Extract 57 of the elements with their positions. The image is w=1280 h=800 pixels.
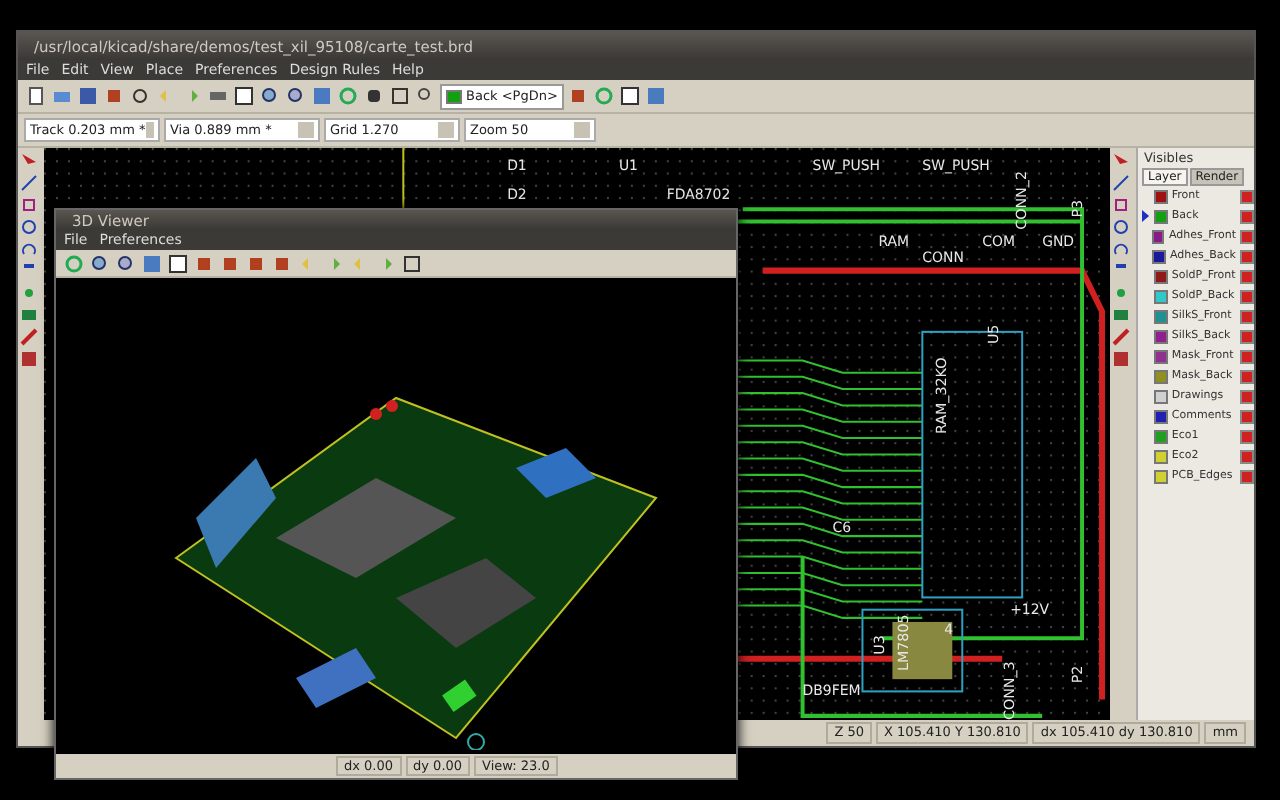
zoom-out-icon xyxy=(115,253,135,273)
zoom-in-icon xyxy=(259,86,279,106)
color-swatch[interactable] xyxy=(1153,369,1168,383)
visibility-checkbox[interactable] xyxy=(1240,349,1254,363)
color-swatch[interactable] xyxy=(1153,269,1168,283)
arc-icon[interactable] xyxy=(1112,240,1130,258)
square-icon xyxy=(401,253,421,273)
square-icon xyxy=(389,86,409,106)
color-swatch[interactable] xyxy=(1153,389,1168,403)
visibility-checkbox[interactable] xyxy=(1240,409,1254,423)
line-icon[interactable] xyxy=(20,174,38,192)
color-swatch[interactable] xyxy=(1153,429,1168,443)
zoom-out-icon xyxy=(285,86,305,106)
visibility-checkbox[interactable] xyxy=(1240,449,1254,463)
visibility-checkbox[interactable] xyxy=(1240,309,1254,323)
zoom-in-icon xyxy=(89,253,109,273)
visibility-checkbox[interactable] xyxy=(1240,189,1254,203)
toolbar-button[interactable] xyxy=(400,252,422,274)
toolbar-button[interactable] xyxy=(88,252,110,274)
color-swatch[interactable] xyxy=(1153,189,1168,203)
square-icon[interactable] xyxy=(1112,196,1130,214)
visibility-checkbox[interactable] xyxy=(1240,249,1254,263)
square-icon[interactable] xyxy=(20,196,38,214)
visibility-checkbox[interactable] xyxy=(1240,229,1254,243)
visibility-checkbox[interactable] xyxy=(1240,289,1254,303)
visibility-checkbox[interactable] xyxy=(1240,429,1254,443)
pencil-icon[interactable] xyxy=(1112,328,1130,346)
color-swatch[interactable] xyxy=(1152,249,1166,263)
visibility-checkbox[interactable] xyxy=(1240,369,1254,383)
color-swatch[interactable] xyxy=(1153,349,1168,363)
color-swatch[interactable] xyxy=(1153,289,1168,303)
toolbar-button[interactable] xyxy=(258,85,280,107)
color-swatch[interactable] xyxy=(1151,229,1165,243)
line-icon[interactable] xyxy=(1112,174,1130,192)
color-swatch[interactable] xyxy=(1153,469,1168,483)
arc-icon[interactable] xyxy=(20,240,38,258)
toolbar-button[interactable] xyxy=(388,85,410,107)
component-outline xyxy=(861,608,964,693)
page-icon xyxy=(25,86,45,106)
visibility-checkbox[interactable] xyxy=(1240,269,1254,283)
pencil-icon[interactable] xyxy=(20,328,38,346)
cursor-icon[interactable] xyxy=(20,152,38,170)
circle-icon[interactable] xyxy=(1112,218,1130,236)
visibility-checkbox[interactable] xyxy=(1240,329,1254,343)
toolbar-button[interactable] xyxy=(114,252,136,274)
color-swatch[interactable] xyxy=(1153,329,1168,343)
color-swatch[interactable] xyxy=(1153,449,1168,463)
visibility-checkbox[interactable] xyxy=(1240,469,1254,483)
color-swatch[interactable] xyxy=(1153,209,1168,223)
toolbar-button[interactable] xyxy=(24,85,46,107)
color-swatch[interactable] xyxy=(1153,409,1168,423)
visibility-checkbox[interactable] xyxy=(1240,209,1254,223)
cursor-icon[interactable] xyxy=(1112,152,1130,170)
visibility-checkbox[interactable] xyxy=(1240,389,1254,403)
circle-icon[interactable] xyxy=(20,218,38,236)
color-swatch[interactable] xyxy=(1153,309,1168,323)
toolbar-button[interactable] xyxy=(284,85,306,107)
